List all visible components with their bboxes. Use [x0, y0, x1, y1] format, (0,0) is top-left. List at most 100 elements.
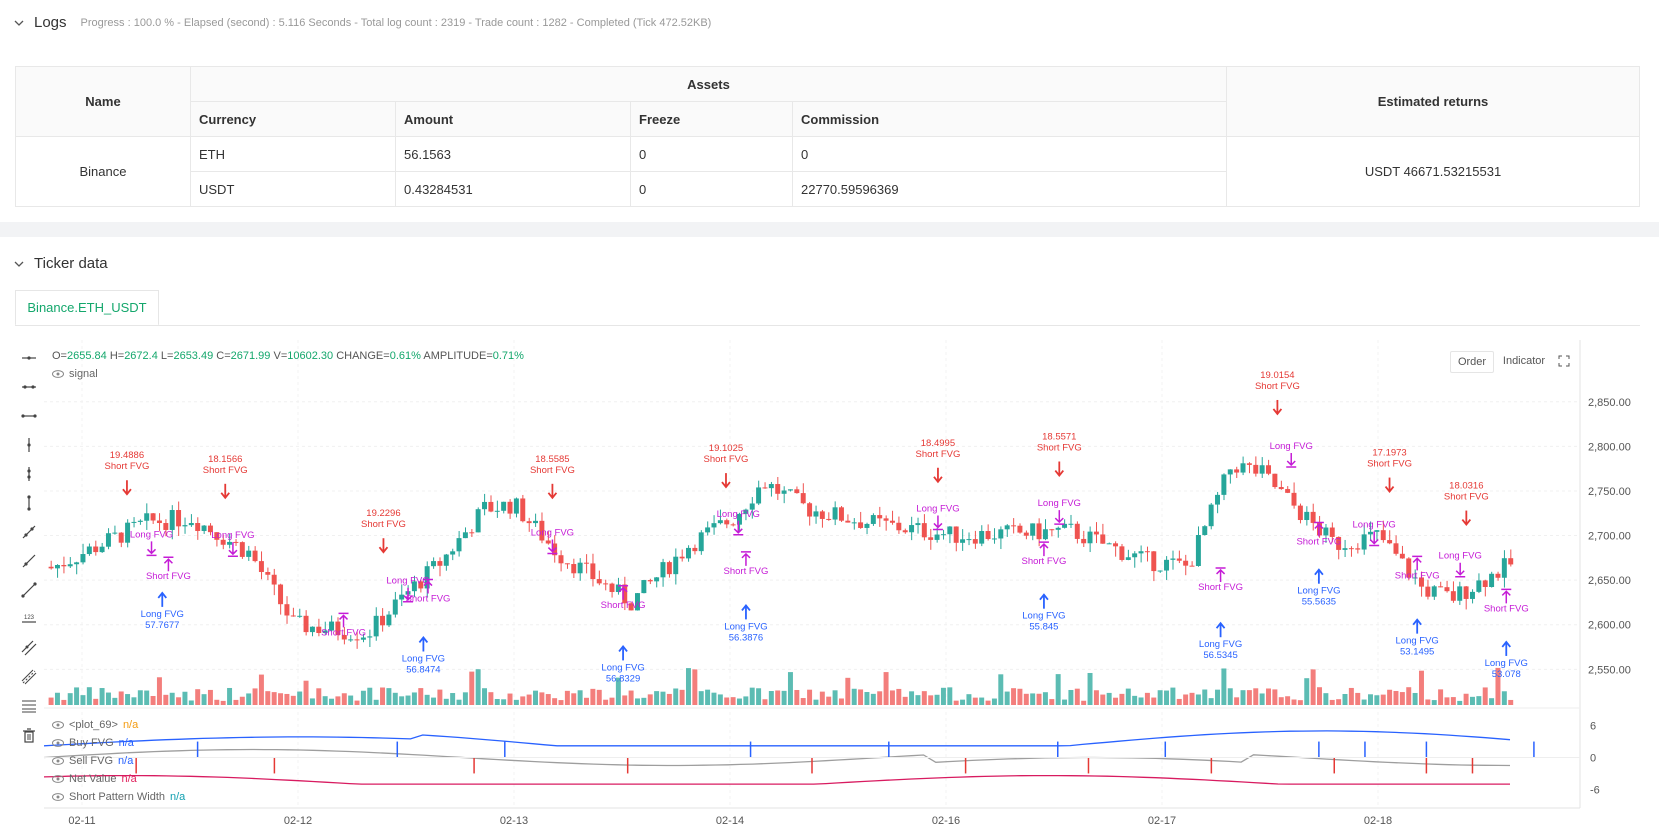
- candle-body: [488, 501, 494, 512]
- volume-bar: [1348, 687, 1354, 705]
- pitchfork-icon[interactable]: [18, 662, 40, 691]
- candle-body: [902, 530, 908, 533]
- ticker-title: Ticker data: [34, 255, 108, 272]
- segment-line-icon[interactable]: [18, 575, 40, 604]
- candle-body: [1023, 532, 1029, 536]
- candle-body: [1030, 523, 1036, 536]
- change-value: 0.61%: [389, 350, 421, 362]
- indicator-tick-label: 0: [1590, 753, 1596, 765]
- name-header: Name: [15, 66, 191, 137]
- candle-body: [915, 523, 921, 526]
- volume-bar: [533, 690, 538, 705]
- indicator-button[interactable]: Indicator: [1496, 351, 1552, 371]
- volume-bar: [991, 698, 997, 705]
- eye-icon[interactable]: [52, 775, 64, 783]
- horizontal-line-icon[interactable]: [18, 343, 40, 372]
- candle-body: [1087, 531, 1093, 544]
- chevron-down-icon[interactable]: [14, 259, 24, 269]
- horizontal-ray-icon[interactable]: [18, 372, 40, 401]
- volume-bar: [896, 688, 902, 705]
- chevron-down-icon[interactable]: [14, 18, 24, 28]
- indicator-tick-label: -6: [1590, 784, 1600, 796]
- order-button[interactable]: Order: [1450, 351, 1494, 373]
- ray-line-icon[interactable]: [18, 546, 40, 575]
- eye-icon[interactable]: [52, 793, 64, 801]
- pattern-long-label: Long FVG: [130, 529, 173, 540]
- volume-bar: [1202, 689, 1208, 705]
- candle-body: [800, 493, 806, 504]
- volume-bar: [1266, 688, 1271, 705]
- legend-label: Buy FVG: [69, 737, 114, 749]
- short-width-line: [43, 774, 1510, 785]
- candle-body: [1266, 465, 1271, 474]
- candle-body: [596, 579, 602, 584]
- volume-bar: [934, 694, 940, 705]
- candle-body: [1119, 546, 1125, 560]
- candle-body: [469, 532, 475, 534]
- long-signal-label: Long FVG: [1485, 658, 1528, 669]
- pattern-short-label: Short FVG: [1198, 582, 1243, 593]
- volume-bar: [1093, 690, 1099, 705]
- x-tick-label: 02-11: [68, 815, 95, 827]
- candle-body: [386, 614, 392, 626]
- eye-icon[interactable]: [52, 721, 64, 729]
- short-signal-label: Short FVG: [1367, 459, 1412, 470]
- legend-signal: signal: [52, 368, 98, 380]
- volume-bar: [1100, 694, 1106, 705]
- volume-bar: [647, 694, 653, 705]
- candle-body: [985, 531, 991, 540]
- candle-body: [258, 561, 264, 573]
- price-line-icon[interactable]: 123: [18, 604, 40, 633]
- volume-bar: [571, 693, 577, 705]
- candle-body: [692, 547, 698, 552]
- vertical-segment-icon[interactable]: [18, 488, 40, 517]
- fib-lines-icon[interactable]: [18, 691, 40, 720]
- horizontal-segment-icon[interactable]: [18, 401, 40, 430]
- fullscreen-icon[interactable]: [1555, 351, 1573, 371]
- candle-body: [99, 546, 105, 553]
- trend-line-icon[interactable]: [18, 517, 40, 546]
- eye-icon[interactable]: [52, 757, 64, 765]
- eye-icon[interactable]: [52, 370, 64, 378]
- x-tick-label: 02-17: [1148, 815, 1176, 827]
- candle-body: [80, 554, 86, 563]
- parallel-channel-icon[interactable]: [18, 633, 40, 662]
- col-amount: Amount: [395, 101, 631, 137]
- volume-bar: [309, 698, 315, 705]
- vertical-ray-icon[interactable]: [18, 459, 40, 488]
- currency-cell: USDT: [190, 171, 396, 207]
- volume-bar: [1476, 696, 1482, 705]
- price-chart[interactable]: 2,850.00 2,800.00 2,750.00 2,700.00 2,650.00…: [0, 335, 1659, 834]
- volume-bar: [641, 697, 647, 705]
- volume-bar: [1342, 694, 1348, 705]
- volume-bar: [418, 688, 424, 705]
- volume-bar: [832, 690, 838, 705]
- x-tick-label: 02-14: [716, 815, 744, 827]
- drawing-toolbar: 123: [18, 343, 40, 749]
- volume-bar: [711, 692, 717, 705]
- returns-cell: USDT 46671.53215531: [1226, 136, 1640, 207]
- candle-body: [227, 541, 233, 545]
- candle-body: [1234, 469, 1240, 473]
- volume-bar: [80, 695, 86, 705]
- candle-body: [201, 525, 207, 531]
- tab-binance-eth-usdt[interactable]: Binance.ETH_USDT: [15, 290, 159, 326]
- volume-bar: [794, 689, 800, 705]
- candle-body: [1221, 474, 1227, 495]
- eye-icon[interactable]: [52, 739, 64, 747]
- vertical-line-icon[interactable]: [18, 430, 40, 459]
- volume-bar: [513, 699, 519, 705]
- x-tick-label: 02-18: [1364, 815, 1392, 827]
- candle-body: [169, 510, 175, 530]
- pattern-long-label: Long FVG: [717, 509, 760, 520]
- candle-body: [877, 515, 883, 519]
- candle-body: [1176, 558, 1182, 561]
- candle-body: [297, 615, 303, 617]
- volume-bar: [195, 689, 201, 705]
- volume-bar: [156, 677, 162, 705]
- volume-bar: [316, 688, 322, 705]
- section-divider: [0, 222, 1659, 237]
- trash-icon[interactable]: [18, 720, 40, 749]
- short-signal-label: Short FVG: [361, 519, 406, 530]
- volume-bar: [507, 693, 513, 705]
